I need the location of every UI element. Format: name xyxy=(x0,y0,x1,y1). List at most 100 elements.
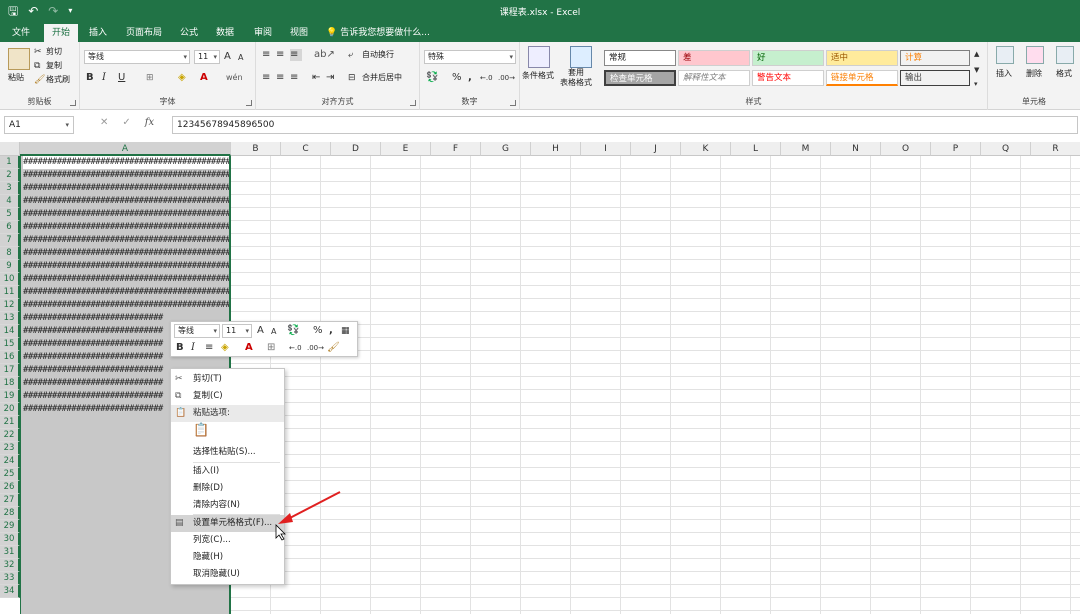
italic-button[interactable]: I xyxy=(102,72,106,84)
mini-increase-decimal-icon[interactable]: ←.0 xyxy=(289,342,302,354)
row-header[interactable]: 4 xyxy=(0,195,20,208)
styles-more-icon[interactable]: ▾ xyxy=(974,78,978,90)
font-name-dropdown[interactable]: 等线 ▾ xyxy=(84,50,190,64)
cell-a-value[interactable]: ########################################… xyxy=(23,273,229,286)
tab-home[interactable]: 开始 xyxy=(44,24,78,42)
row-header[interactable]: 26 xyxy=(0,481,20,494)
mini-size-dropdown[interactable]: 11 ▾ xyxy=(222,324,252,338)
cut-button[interactable]: 剪切 xyxy=(46,46,62,58)
style-output[interactable]: 输出 xyxy=(900,70,970,86)
row-header[interactable]: 22 xyxy=(0,429,20,442)
delete-cells-button[interactable]: 删除 xyxy=(1026,68,1042,80)
alignment-launcher-icon[interactable] xyxy=(410,100,416,106)
increase-decimal-icon[interactable]: ←.0 xyxy=(480,72,493,84)
grow-font-button[interactable]: A xyxy=(224,51,231,63)
style-linked-cell[interactable]: 链接单元格 xyxy=(826,70,898,86)
phonetic-icon[interactable]: wén xyxy=(226,72,243,84)
row-header[interactable]: 18 xyxy=(0,377,20,390)
row-header[interactable]: 5 xyxy=(0,208,20,221)
style-good[interactable]: 好 xyxy=(752,50,824,66)
column-header[interactable]: J xyxy=(631,142,681,156)
conditional-format-button[interactable]: 条件格式 xyxy=(522,70,554,82)
copy-button[interactable]: 复制 xyxy=(46,60,62,72)
menu-item-clear-contents[interactable]: 清除内容(N) xyxy=(171,497,284,514)
align-top-icon[interactable]: ≡ xyxy=(262,49,270,61)
tab-page-layout[interactable]: 页面布局 xyxy=(122,24,166,42)
column-header[interactable]: N xyxy=(831,142,881,156)
orientation-icon[interactable]: ab↗ xyxy=(314,49,335,61)
percent-button[interactable]: % xyxy=(452,72,462,84)
mini-bold-button[interactable]: B xyxy=(176,342,184,354)
column-header[interactable]: A xyxy=(20,142,231,156)
bold-button[interactable]: B xyxy=(86,72,94,84)
row-header[interactable]: 24 xyxy=(0,455,20,468)
mini-format-table-icon[interactable]: ▦ xyxy=(341,325,350,337)
column-header[interactable]: I xyxy=(581,142,631,156)
insert-function-icon[interactable]: fx xyxy=(145,117,154,128)
style-warning[interactable]: 警告文本 xyxy=(752,70,824,86)
mini-align-center-icon[interactable]: ≡ xyxy=(205,342,213,354)
row-header[interactable]: 27 xyxy=(0,494,20,507)
styles-scroll-up-icon[interactable]: ▲ xyxy=(974,48,979,60)
row-header[interactable]: 1 xyxy=(0,156,20,169)
insert-cells-icon[interactable] xyxy=(996,46,1014,64)
row-header[interactable]: 6 xyxy=(0,221,20,234)
tab-insert[interactable]: 插入 xyxy=(82,24,114,42)
column-header[interactable]: L xyxy=(731,142,781,156)
style-normal[interactable]: 常规 xyxy=(604,50,676,66)
row-header[interactable]: 25 xyxy=(0,468,20,481)
table-format-button[interactable]: 套用 表格格式 xyxy=(560,68,592,88)
style-neutral[interactable]: 适中 xyxy=(826,50,898,66)
format-cells-button[interactable]: 格式 xyxy=(1056,68,1072,80)
mini-decrease-decimal-icon[interactable]: .00→ xyxy=(307,342,324,354)
column-header[interactable]: H xyxy=(531,142,581,156)
increase-indent-icon[interactable]: ⇥ xyxy=(326,72,334,84)
row-header[interactable]: 30 xyxy=(0,533,20,546)
style-explanatory[interactable]: 解释性文本 xyxy=(678,70,750,86)
row-header[interactable]: 19 xyxy=(0,390,20,403)
comma-button[interactable]: , xyxy=(468,72,472,84)
format-painter-button[interactable]: 格式刷 xyxy=(46,74,70,86)
number-launcher-icon[interactable] xyxy=(510,100,516,106)
row-header[interactable]: 17 xyxy=(0,364,20,377)
row-header[interactable]: 15 xyxy=(0,338,20,351)
cancel-icon[interactable]: ✕ xyxy=(100,117,108,128)
column-header[interactable]: C xyxy=(281,142,331,156)
cell-a-value[interactable]: ########################################… xyxy=(23,195,229,208)
cell-a-value[interactable]: ########################################… xyxy=(23,286,229,299)
insert-cells-button[interactable]: 插入 xyxy=(996,68,1012,80)
row-header[interactable]: 14 xyxy=(0,325,20,338)
mini-font-color-icon[interactable]: A xyxy=(245,342,253,354)
cell-a-value[interactable]: ########################################… xyxy=(23,208,229,221)
mini-shrink-font-button[interactable]: A xyxy=(271,326,276,338)
menu-item-column-width[interactable]: 列宽(C)... xyxy=(171,532,284,549)
tab-file[interactable]: 文件 xyxy=(4,24,38,42)
style-calculation[interactable]: 计算 xyxy=(900,50,970,66)
paste-icon[interactable] xyxy=(8,48,30,70)
style-check-cell[interactable]: 检查单元格 xyxy=(604,70,676,86)
column-header[interactable]: P xyxy=(931,142,981,156)
menu-item-hide[interactable]: 隐藏(H) xyxy=(171,549,284,566)
row-header[interactable]: 11 xyxy=(0,286,20,299)
tab-view[interactable]: 视图 xyxy=(284,24,314,42)
fill-color-icon[interactable]: ◈ xyxy=(178,72,186,84)
select-all-corner[interactable] xyxy=(0,142,20,156)
align-center-icon[interactable]: ≡ xyxy=(276,72,284,84)
row-header[interactable]: 21 xyxy=(0,416,20,429)
row-header[interactable]: 33 xyxy=(0,572,20,585)
worksheet-grid[interactable]: ABCDEFGHIJKLMNOPQR 1 2 3 4 5 6 7 8 9 10 11 12 13 14 15… xyxy=(0,142,1080,614)
cell-a-value[interactable]: ########################################… xyxy=(23,169,229,182)
wrap-text-button[interactable]: 自动换行 xyxy=(362,49,394,61)
font-size-dropdown[interactable]: 11 ▾ xyxy=(194,50,220,64)
align-middle-icon[interactable]: ≡ xyxy=(276,49,284,61)
menu-item-copy[interactable]: ⧉ 复制(C) xyxy=(171,388,284,405)
mini-grow-font-button[interactable]: A xyxy=(257,325,264,337)
border-icon[interactable]: ⊞ xyxy=(146,72,154,84)
styles-scroll-down-icon[interactable]: ▼ xyxy=(974,64,979,76)
row-header[interactable]: 2 xyxy=(0,169,20,182)
number-format-dropdown[interactable]: 特殊 ▾ xyxy=(424,50,516,64)
cell-a-value[interactable]: ########################################… xyxy=(23,260,229,273)
format-cells-icon[interactable] xyxy=(1056,46,1074,64)
row-header[interactable]: 23 xyxy=(0,442,20,455)
row-header[interactable]: 13 xyxy=(0,312,20,325)
